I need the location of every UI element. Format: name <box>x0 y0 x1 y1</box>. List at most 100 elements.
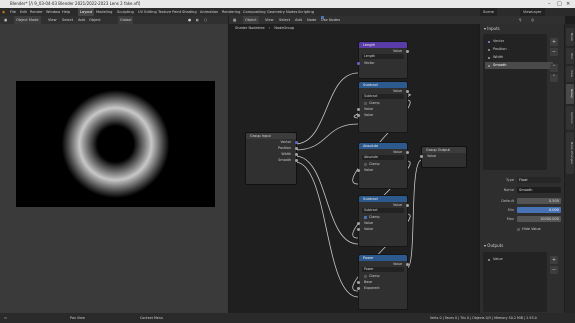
add-input-button[interactable]: + <box>550 38 558 46</box>
outputs-collapse-icon[interactable]: ▾ <box>484 243 486 248</box>
tab-layout[interactable]: Layout <box>78 8 95 16</box>
gi-smooth-socket[interactable] <box>295 158 298 162</box>
viewport-menu-object[interactable]: Object <box>89 16 101 24</box>
max-field[interactable]: 10000.000 <box>517 216 561 222</box>
length-in-socket[interactable] <box>357 61 360 65</box>
absolute-in-socket[interactable] <box>357 168 360 172</box>
power-out-socket[interactable] <box>406 262 409 266</box>
subtract-node-1[interactable]: Subtract Value Subtract Clamp Value Valu… <box>357 81 409 133</box>
node-menu-object[interactable]: Object <box>243 16 259 24</box>
power-base-socket[interactable] <box>357 280 360 284</box>
viewport-menu-view[interactable]: View <box>48 16 57 24</box>
tab-geometry-nodes[interactable]: Geometry Nodes <box>267 8 297 16</box>
subtract1-op-select[interactable]: Subtract <box>362 94 404 99</box>
tab-sculpting[interactable]: Sculpting <box>117 8 134 16</box>
pin-icon[interactable]: ⚲ <box>519 16 522 24</box>
inputs-collapse-icon[interactable]: ▾ <box>484 26 486 31</box>
menu-file[interactable]: File <box>10 8 16 16</box>
view-layer-selector[interactable]: ViewLayer <box>520 8 545 16</box>
node-menu-add[interactable]: Add <box>295 16 302 24</box>
subtract2-in1-socket[interactable] <box>357 221 360 225</box>
power-exponent-socket[interactable] <box>357 286 360 290</box>
close-icon[interactable]: × <box>566 0 570 8</box>
list-item[interactable]: Width <box>485 54 553 61</box>
tab-group[interactable]: Group <box>566 84 574 104</box>
remove-input-button[interactable]: − <box>550 48 558 56</box>
tab-scripting[interactable]: Scripting <box>298 8 314 16</box>
menu-window[interactable]: Window <box>46 8 60 16</box>
mode-selector[interactable]: Object Mode <box>14 16 41 24</box>
gi-vector-socket[interactable] <box>295 140 298 144</box>
scene-selector[interactable]: Scene <box>480 8 497 16</box>
list-item[interactable]: Position <box>485 46 553 53</box>
list-item[interactable]: Value <box>485 256 553 263</box>
subtract1-in2-socket[interactable] <box>357 113 360 117</box>
tab-texture-paint[interactable]: Texture Paint <box>158 8 181 16</box>
subtract1-in1-socket[interactable] <box>357 107 360 111</box>
tab-shading[interactable]: Shading <box>182 8 197 16</box>
hide-value-checkbox[interactable] <box>517 227 520 231</box>
go-value-socket[interactable] <box>420 154 423 158</box>
absolute-out-socket[interactable] <box>406 150 409 154</box>
subtract2-out-socket[interactable] <box>406 203 409 207</box>
remove-output-button[interactable]: − <box>550 266 558 274</box>
length-out-socket[interactable] <box>406 49 409 53</box>
list-item[interactable]: Vector <box>485 38 553 45</box>
tab-compositing[interactable]: Compositing <box>243 8 266 16</box>
shading-solid-icon[interactable]: ● <box>188 16 191 24</box>
absolute-node[interactable]: Absolute Value Absolute Clamp Value <box>357 142 409 189</box>
group-output-node[interactable]: Group Output Value <box>420 146 467 168</box>
absolute-op-select[interactable]: Absolute <box>362 155 404 160</box>
outputs-list[interactable]: Value <box>483 252 547 312</box>
subtract-node-2[interactable]: Subtract Value Subtract Clamp Value Valu… <box>357 195 409 247</box>
viewport-menu-add[interactable]: Add <box>78 16 85 24</box>
menu-help[interactable]: Help <box>62 8 70 16</box>
power-op-select[interactable]: Power <box>362 267 404 272</box>
name-field[interactable]: Smooth <box>517 187 561 193</box>
menu-render[interactable]: Render <box>30 8 43 16</box>
list-item[interactable]: Smooth <box>485 62 553 69</box>
tab-animation[interactable]: Animation <box>200 8 218 16</box>
outputs-header[interactable]: ▾ Outputs <box>484 243 503 248</box>
node-menu-node[interactable]: Node <box>307 16 316 24</box>
hide-value-row[interactable]: Hide Value <box>480 226 564 233</box>
tab-rendering[interactable]: Rendering <box>222 8 240 16</box>
node-menu-view[interactable]: View <box>265 16 274 24</box>
power-node[interactable]: Power Value Power Clamp Base Exponent <box>357 254 409 310</box>
subtract2-in2-socket[interactable] <box>357 227 360 231</box>
min-field[interactable]: 0.000 <box>517 207 561 213</box>
tab-node-wrangler[interactable]: Node Wrangler <box>566 132 574 174</box>
node-menu-select[interactable]: Select <box>279 16 290 24</box>
subtract2-op-select[interactable]: Subtract <box>362 208 404 213</box>
menu-edit[interactable]: Edit <box>20 8 27 16</box>
subtract1-clamp-checkbox[interactable] <box>364 101 367 105</box>
group-input-node[interactable]: Group Input Vector Position Width Smooth <box>245 132 298 185</box>
gi-position-socket[interactable] <box>295 146 298 150</box>
tab-uv-editing[interactable]: UV Editing <box>138 8 157 16</box>
shading-rendered-icon[interactable]: ○ <box>204 16 207 24</box>
viewport-menu-select[interactable]: Select <box>62 16 73 24</box>
maximize-icon[interactable]: □ <box>557 0 562 8</box>
absolute-clamp-checkbox[interactable] <box>364 162 367 166</box>
length-node[interactable]: Length Value Length Vector <box>357 41 409 79</box>
shading-material-icon[interactable]: ◐ <box>196 16 199 24</box>
default-field[interactable]: 0.500 <box>517 198 561 204</box>
tab-tool[interactable]: Tool <box>566 48 574 64</box>
tab-options[interactable]: Options <box>566 106 574 130</box>
inputs-list[interactable]: Vector Position Width Smooth <box>483 34 553 170</box>
type-select[interactable]: Float <box>517 177 561 183</box>
length-op-select[interactable]: Length <box>362 54 404 59</box>
gi-width-socket[interactable] <box>295 152 298 156</box>
node-editor-canvas[interactable]: Shader Nodetree › NodeGroup Group Input … <box>229 24 477 313</box>
move-down-button[interactable]: ˅ <box>550 74 558 82</box>
power-clamp-checkbox[interactable] <box>364 274 367 278</box>
tab-modeling[interactable]: Modeling <box>96 8 112 16</box>
transform-orientation[interactable]: Global <box>118 16 134 24</box>
subtract1-out-socket[interactable] <box>406 89 409 93</box>
add-output-button[interactable]: + <box>550 256 558 264</box>
tab-view[interactable]: View <box>566 66 574 82</box>
editor-type-icon[interactable]: ▣ <box>4 16 7 24</box>
blender-logo-icon[interactable]: ◉ <box>2 8 5 16</box>
tab-node[interactable]: Node <box>566 28 574 46</box>
inputs-header[interactable]: ▾ Inputs <box>484 26 500 31</box>
